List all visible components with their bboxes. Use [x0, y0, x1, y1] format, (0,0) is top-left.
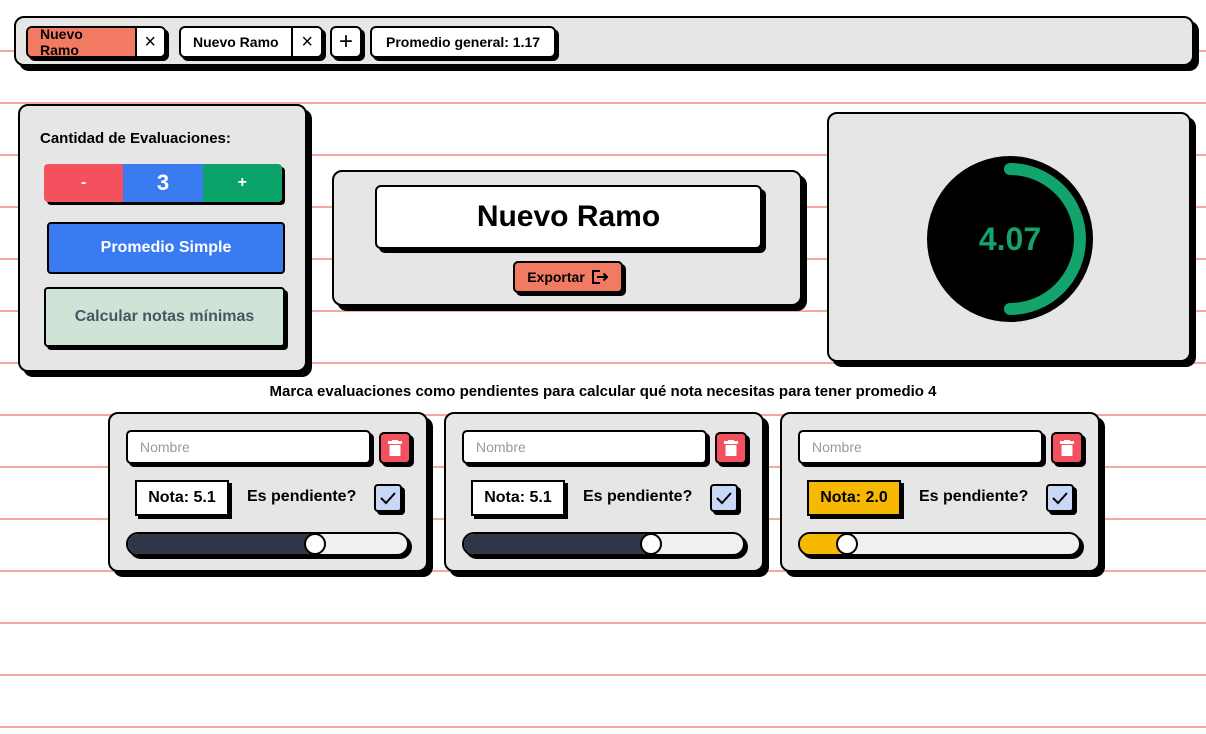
pending-label: Es pendiente?: [247, 488, 357, 505]
decrement-button[interactable]: -: [44, 164, 124, 202]
trash-icon: [1060, 440, 1074, 456]
pending-checkbox[interactable]: [374, 484, 402, 512]
pending-label: Es pendiente?: [919, 488, 1029, 505]
tab-label[interactable]: Nuevo Ramo: [181, 28, 291, 56]
average-value: 4.07: [978, 220, 1042, 257]
delete-evaluation-button[interactable]: [1051, 432, 1083, 464]
eval-count-stepper: - 3 +: [44, 164, 282, 202]
export-icon: [591, 270, 609, 284]
tab-label[interactable]: Nuevo Ramo: [28, 26, 135, 58]
slider-fill: [128, 534, 315, 554]
grade-badge: Nota: 5.1: [135, 480, 229, 516]
add-tab-button[interactable]: +: [330, 26, 362, 58]
evaluation-name-input[interactable]: [798, 430, 1043, 464]
export-button[interactable]: Exportar: [513, 261, 623, 293]
delete-evaluation-button[interactable]: [379, 432, 411, 464]
grade-badge: Nota: 2.0: [807, 480, 901, 516]
simple-average-button[interactable]: Promedio Simple: [47, 222, 285, 274]
grade-slider[interactable]: [126, 532, 409, 556]
slider-thumb[interactable]: [639, 533, 662, 555]
pending-checkbox[interactable]: [710, 484, 738, 512]
slider-thumb[interactable]: [303, 533, 326, 555]
export-label: Exportar: [527, 269, 585, 285]
evaluation-card: Nota: 5.1 Es pendiente?: [444, 412, 764, 572]
increment-button[interactable]: +: [202, 164, 282, 202]
close-icon[interactable]: ×: [291, 28, 321, 56]
pending-checkbox[interactable]: [1046, 484, 1074, 512]
calculate-minimum-grades-button[interactable]: Calcular notas mínimas: [44, 287, 285, 347]
general-average-badge: Promedio general: 1.17: [370, 26, 557, 58]
slider-thumb[interactable]: [836, 533, 859, 555]
trash-icon: [724, 440, 738, 456]
evaluation-controls-panel: Cantidad de Evaluaciones: - 3 + Promedio…: [18, 104, 307, 372]
course-panel: Nuevo Ramo Exportar: [332, 170, 802, 306]
trash-icon: [388, 440, 402, 456]
course-name-field[interactable]: Nuevo Ramo: [375, 185, 762, 249]
pending-label: Es pendiente?: [583, 488, 693, 505]
close-icon[interactable]: ×: [134, 28, 164, 56]
tab-course-1[interactable]: Nuevo Ramo ×: [26, 26, 166, 58]
eval-count-value: 3: [123, 164, 203, 202]
tab-course-2[interactable]: Nuevo Ramo ×: [179, 26, 323, 58]
slider-fill: [464, 534, 651, 554]
plus-icon: +: [338, 28, 353, 55]
check-icon: [1052, 492, 1068, 505]
average-gauge-panel: 4.07: [827, 112, 1191, 362]
grade-badge: Nota: 5.1: [471, 480, 565, 516]
check-icon: [380, 492, 396, 505]
tab-bar: Nuevo Ramo × Nuevo Ramo × + Promedio gen…: [14, 16, 1194, 66]
evaluation-card: Nota: 5.1 Es pendiente?: [108, 412, 428, 572]
evaluation-name-input[interactable]: [126, 430, 371, 464]
evaluation-card: Nota: 2.0 Es pendiente?: [780, 412, 1100, 572]
eval-count-label: Cantidad de Evaluaciones:: [40, 130, 231, 147]
evaluation-name-input[interactable]: [462, 430, 707, 464]
grade-slider[interactable]: [798, 532, 1081, 556]
check-icon: [716, 492, 732, 505]
delete-evaluation-button[interactable]: [715, 432, 747, 464]
grade-slider[interactable]: [462, 532, 745, 556]
instruction-text: Marca evaluaciones como pendientes para …: [269, 383, 937, 400]
